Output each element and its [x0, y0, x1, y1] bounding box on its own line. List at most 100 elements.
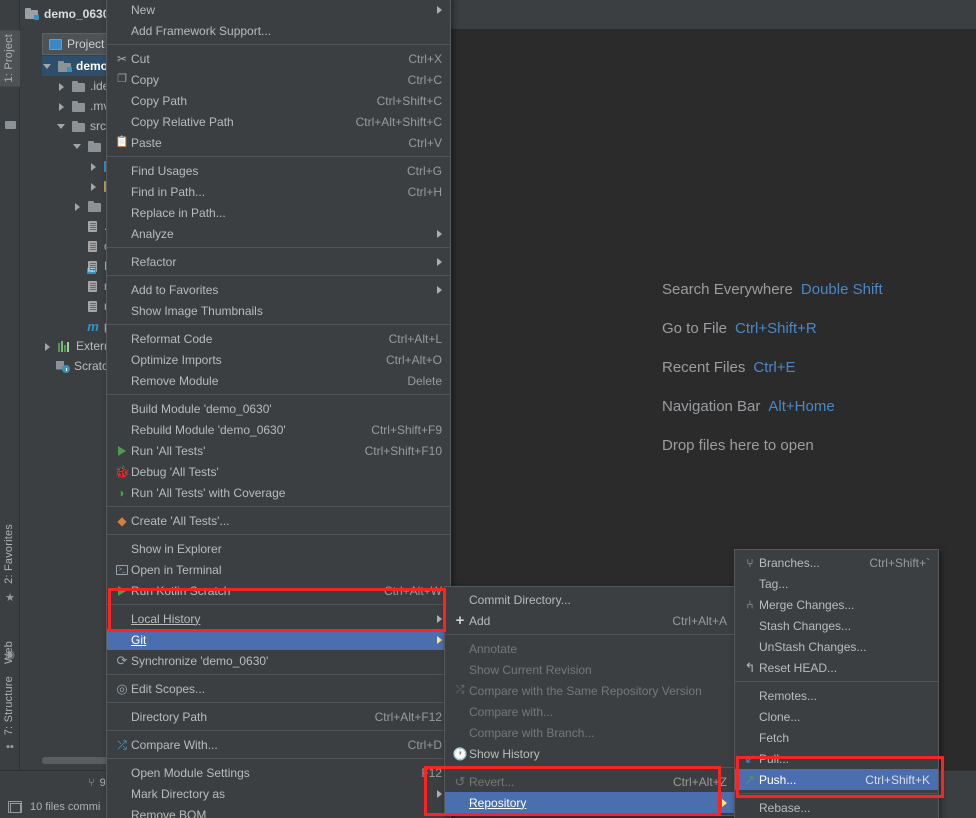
menu-item-copy-path[interactable]: Copy Path Ctrl+Shift+C — [107, 90, 450, 111]
menu-item-label: Annotate — [469, 641, 518, 656]
sidebar-item-project[interactable]: 1: Project — [0, 30, 20, 87]
menu-item-new[interactable]: New — [107, 0, 450, 20]
menu-item-compare-with[interactable]: ⤮ Compare With... Ctrl+D — [107, 734, 450, 755]
menu-item-find-in-path[interactable]: Find in Path... Ctrl+H — [107, 181, 450, 202]
menu-item-rebuild-module[interactable]: Rebuild Module 'demo_0630' Ctrl+Shift+F9 — [107, 419, 450, 440]
menu-separator — [107, 324, 450, 325]
plus-icon: + — [455, 612, 465, 629]
menu-item-reset-head[interactable]: ↰ Reset HEAD... — [735, 657, 938, 678]
blank-icon — [741, 688, 759, 704]
menu-item-copy[interactable]: ❐ Copy Ctrl+C — [107, 69, 450, 90]
menu-item-synchronize[interactable]: ⟳ Synchronize 'demo_0630' — [107, 650, 450, 671]
twisty-icon[interactable] — [42, 59, 54, 73]
menu-item-show-history[interactable]: 🕐 Show History — [445, 743, 735, 764]
menu-item-reformat-code[interactable]: Reformat Code Ctrl+Alt+L — [107, 328, 450, 349]
menu-item-open-module-settings[interactable]: Open Module Settings F12 — [107, 762, 450, 783]
maven-file-icon: m — [87, 318, 99, 334]
welcome-hint-row: Go to File Ctrl+Shift+R — [662, 309, 976, 348]
menu-item-revert: ↺ Revert... Ctrl+Alt+Z — [445, 771, 735, 792]
menu-item-optimize-imports[interactable]: Optimize Imports Ctrl+Alt+O — [107, 349, 450, 370]
menu-separator — [107, 44, 450, 45]
menu-item-copy-relative-path[interactable]: Copy Relative Path Ctrl+Alt+Shift+C — [107, 111, 450, 132]
menu-item-compare-same-repo-version: ⤮ Compare with the Same Repository Versi… — [445, 680, 735, 701]
menu-item-push[interactable]: ↗ Push... Ctrl+Shift+K — [735, 769, 938, 790]
editor-tab-bar — [440, 0, 976, 30]
menu-item-add-to-favorites[interactable]: Add to Favorites — [107, 279, 450, 300]
project-view-icon — [49, 38, 62, 50]
menu-item-rebase[interactable]: Rebase... — [735, 797, 938, 818]
file-icon — [86, 300, 100, 313]
menu-item-run-kotlin-scratch[interactable]: Run Kotlin Scratch Ctrl+Alt+W — [107, 580, 450, 601]
menu-item-local-history[interactable]: Local History — [107, 608, 450, 629]
twisty-icon[interactable] — [42, 339, 54, 353]
menu-item-label: Copy Path — [131, 93, 188, 108]
blank-icon — [741, 730, 759, 746]
menu-item-open-in-terminal[interactable]: >_ Open in Terminal — [107, 559, 450, 580]
menu-item-repository[interactable]: Repository — [445, 792, 735, 813]
twisty-icon[interactable] — [88, 159, 100, 173]
sidebar-item-favorites[interactable]: 2: Favorites — [0, 520, 20, 588]
menu-item-branches[interactable]: ⑂ Branches... Ctrl+Shift+` — [735, 552, 938, 573]
menu-item-add[interactable]: + Add Ctrl+Alt+A — [445, 610, 735, 631]
menu-item-shortcut: Ctrl+X — [408, 51, 442, 66]
run-icon — [113, 443, 131, 459]
welcome-hint-label: Drop files here to open — [662, 437, 814, 454]
menu-separator — [107, 758, 450, 759]
menu-separator — [445, 634, 735, 635]
twisty-icon[interactable] — [88, 179, 100, 193]
menu-item-remove-module[interactable]: Remove Module Delete — [107, 370, 450, 391]
menu-item-replace-in-path[interactable]: Replace in Path... — [107, 202, 450, 223]
menu-item-create-all-tests[interactable]: ◆ Create 'All Tests'... — [107, 510, 450, 531]
menu-item-commit-directory[interactable]: Commit Directory... — [445, 589, 735, 610]
menu-item-mark-directory-as[interactable]: Mark Directory as — [107, 783, 450, 804]
menu-item-unstash-changes[interactable]: UnStash Changes... — [735, 636, 938, 657]
repository-submenu[interactable]: ⑂ Branches... Ctrl+Shift+` Tag... ⑃ Merg… — [734, 549, 939, 818]
twisty-icon[interactable] — [56, 119, 68, 133]
twisty-icon[interactable] — [56, 99, 68, 113]
welcome-hint-shortcut: Alt+Home — [768, 398, 835, 415]
menu-item-tag[interactable]: Tag... — [735, 573, 938, 594]
git-submenu[interactable]: Commit Directory... + Add Ctrl+Alt+A Ann… — [444, 586, 736, 816]
twisty-icon[interactable] — [72, 139, 84, 153]
menu-item-add-framework-support[interactable]: Add Framework Support... — [107, 20, 450, 41]
menu-item-git[interactable]: Git — [107, 629, 450, 650]
menu-item-fetch[interactable]: Fetch — [735, 727, 938, 748]
context-menu[interactable]: New Add Framework Support... ✂ Cut Ctrl+… — [106, 0, 451, 818]
sidebar-item-structure[interactable]: 7: Structure — [0, 672, 20, 739]
blank-icon — [113, 114, 131, 130]
debug-icon: 🐞 — [114, 464, 130, 479]
menu-item-directory-path[interactable]: Directory Path Ctrl+Alt+F12 — [107, 706, 450, 727]
blank-icon — [113, 303, 131, 319]
menu-item-paste[interactable]: 📋 Paste Ctrl+V — [107, 132, 450, 153]
menu-separator — [107, 702, 450, 703]
menu-item-find-usages[interactable]: Find Usages Ctrl+G — [107, 160, 450, 181]
menu-item-debug-all-tests[interactable]: 🐞 Debug 'All Tests' — [107, 461, 450, 482]
menu-item-analyze[interactable]: Analyze — [107, 223, 450, 244]
menu-item-label: Run 'All Tests' — [131, 443, 206, 458]
menu-item-remove-bom[interactable]: Remove BOM — [107, 804, 450, 818]
menu-item-shortcut: Ctrl+D — [407, 737, 442, 752]
menu-item-label: Git — [131, 632, 147, 647]
menu-separator — [735, 681, 938, 682]
menu-item-run-with-coverage[interactable]: ◗ Run 'All Tests' with Coverage — [107, 482, 450, 503]
blank-icon — [451, 641, 469, 657]
twisty-icon[interactable] — [72, 199, 84, 213]
menu-item-refactor[interactable]: Refactor — [107, 251, 450, 272]
coverage-icon: ◗ — [118, 485, 126, 500]
menu-item-merge-changes[interactable]: ⑃ Merge Changes... — [735, 594, 938, 615]
twisty-icon[interactable] — [56, 79, 68, 93]
menu-item-pull[interactable]: ↙ Pull... — [735, 748, 938, 769]
menu-item-build-module[interactable]: Build Module 'demo_0630' — [107, 398, 450, 419]
menu-item-show-image-thumbnails[interactable]: Show Image Thumbnails — [107, 300, 450, 321]
menu-item-cut[interactable]: ✂ Cut Ctrl+X — [107, 48, 450, 69]
menu-item-edit-scopes[interactable]: ◎ Edit Scopes... — [107, 678, 450, 699]
menu-item-compare-with-branch: Compare with Branch... — [445, 722, 735, 743]
menu-item-remotes[interactable]: Remotes... — [735, 685, 938, 706]
run-icon — [113, 583, 131, 599]
menu-item-show-in-explorer[interactable]: Show in Explorer — [107, 538, 450, 559]
menu-item-clone[interactable]: Clone... — [735, 706, 938, 727]
menu-item-show-current-revision: Show Current Revision — [445, 659, 735, 680]
menu-item-run-all-tests[interactable]: Run 'All Tests' Ctrl+Shift+F10 — [107, 440, 450, 461]
menu-item-stash-changes[interactable]: Stash Changes... — [735, 615, 938, 636]
menu-item-label: Find in Path... — [131, 184, 206, 199]
